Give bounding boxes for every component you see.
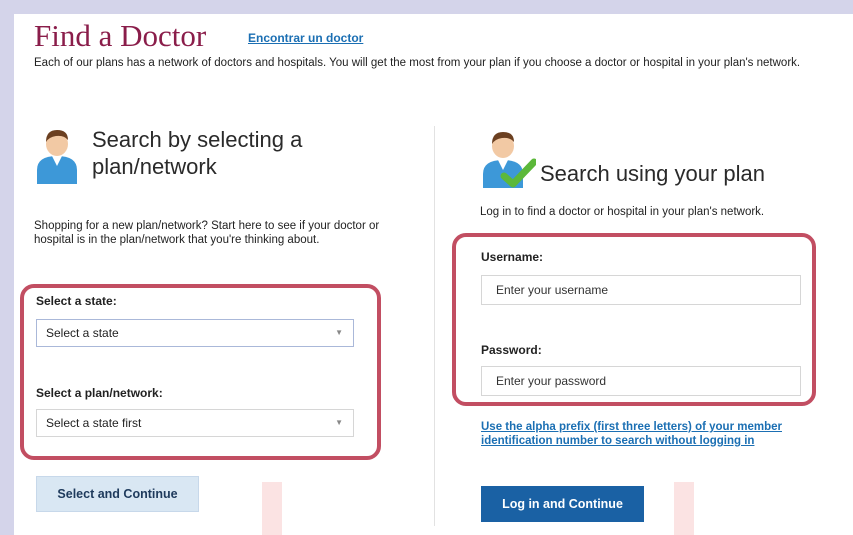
- decorative-bar: [262, 482, 282, 535]
- log-in-and-continue-button[interactable]: Log in and Continue: [481, 486, 644, 522]
- plan-network-select[interactable]: Select a state first ▼: [36, 409, 354, 437]
- plan-label: Select a plan/network:: [36, 386, 163, 400]
- state-label: Select a state:: [36, 294, 117, 308]
- plan-select-value: Select a state first: [46, 416, 142, 430]
- person-icon: [37, 130, 77, 184]
- username-input[interactable]: [481, 275, 801, 305]
- left-section-heading: Search by selecting a plan/network: [92, 127, 303, 179]
- person-check-icon: [483, 132, 536, 188]
- intro-text: Each of our plans has a network of docto…: [34, 57, 801, 69]
- section-divider: [434, 126, 435, 526]
- right-section-description: Log in to find a doctor or hospital in y…: [480, 206, 765, 218]
- chevron-down-icon: ▼: [335, 328, 343, 337]
- page-title: Find a Doctor: [34, 18, 207, 53]
- chevron-down-icon: ▼: [335, 418, 343, 427]
- alpha-prefix-link[interactable]: Use the alpha prefix (first three letter…: [481, 420, 841, 448]
- select-and-continue-button[interactable]: Select and Continue: [36, 476, 199, 512]
- username-label: Username:: [481, 250, 544, 264]
- state-select[interactable]: Select a state ▼: [36, 319, 354, 347]
- state-select-value: Select a state: [46, 326, 119, 340]
- password-label: Password:: [481, 343, 542, 357]
- password-input[interactable]: [481, 366, 801, 396]
- find-doctor-page: Find a Doctor Encontrar un doctor Each o…: [14, 14, 853, 535]
- left-section-description: Shopping for a new plan/network? Start h…: [34, 220, 380, 246]
- decorative-bar: [674, 482, 694, 535]
- spanish-language-link[interactable]: Encontrar un doctor: [248, 31, 363, 45]
- right-section-heading: Search using your plan: [540, 161, 766, 186]
